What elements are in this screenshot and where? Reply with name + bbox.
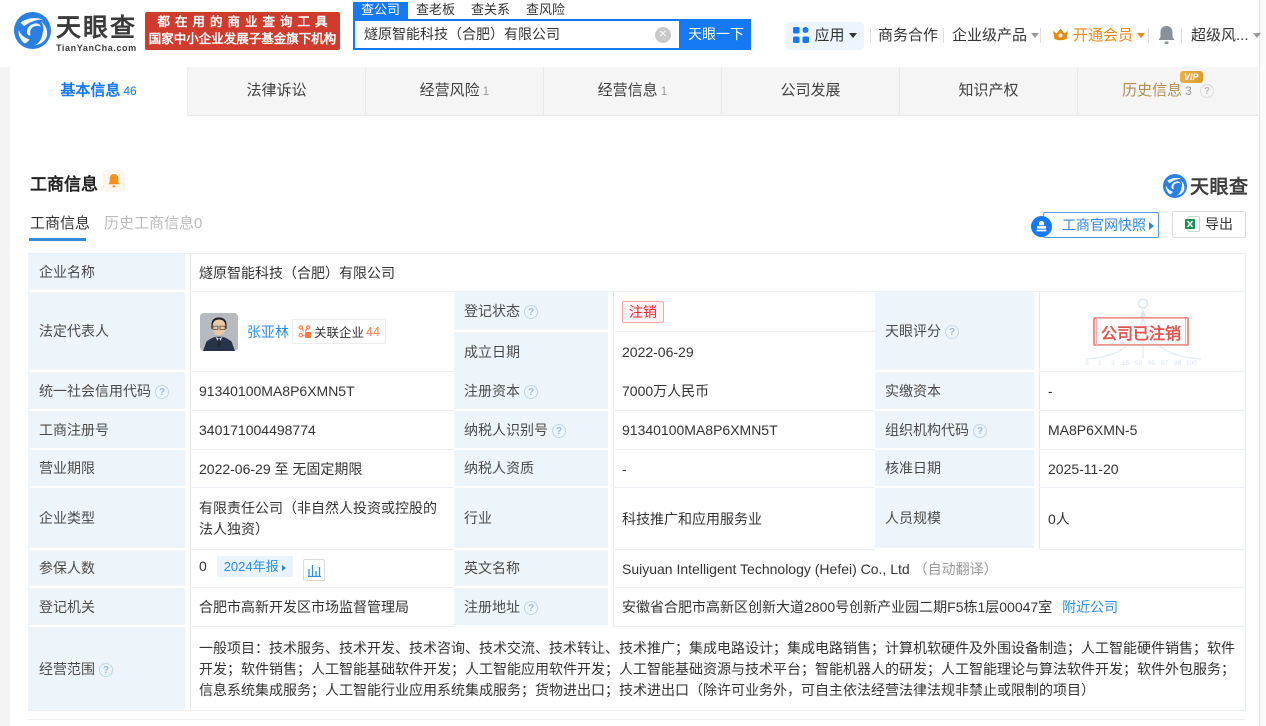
svg-text:15: 15 [1122,360,1130,367]
svg-text:65: 65 [1148,360,1156,367]
svg-text:3: 3 [1111,360,1115,367]
svg-text:50: 50 [1135,360,1143,367]
svg-text:100: 100 [1186,360,1197,367]
svg-text:1: 1 [1098,360,1102,367]
svg-text:87: 87 [1161,360,1169,367]
svg-text:99: 99 [1174,360,1182,367]
svg-text:0: 0 [1085,360,1089,367]
